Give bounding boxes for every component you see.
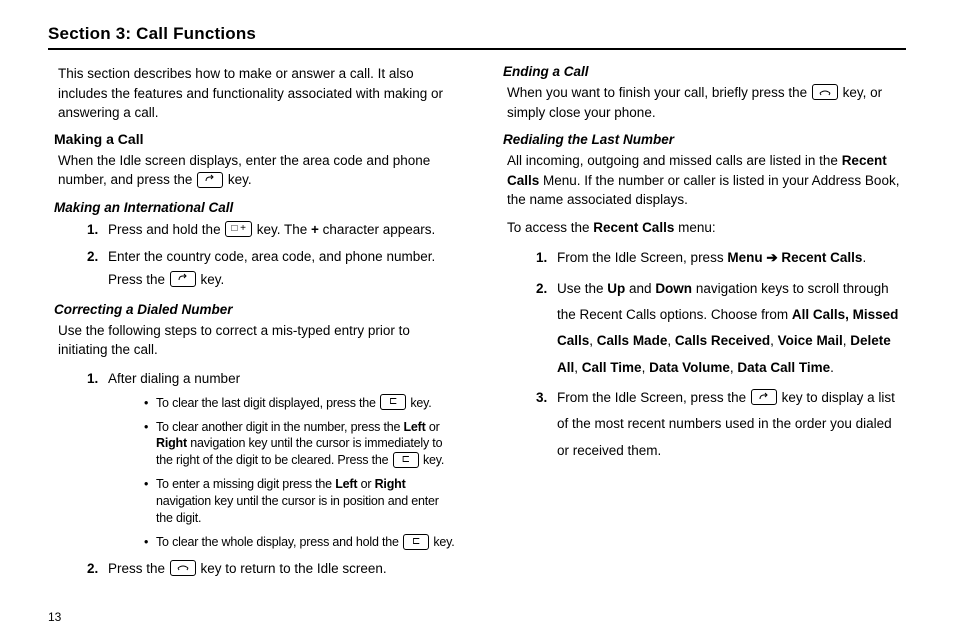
- text: ,: [770, 333, 778, 348]
- recent-calls-label: Recent Calls: [781, 250, 862, 265]
- left-label: Left: [404, 420, 426, 434]
- zero-plus-key-icon: □ +: [225, 221, 252, 237]
- text: or: [357, 477, 374, 491]
- send-key-icon: [197, 172, 223, 188]
- list-item: To clear another digit in the number, pr…: [144, 419, 457, 470]
- list-item: To clear the whole display, press and ho…: [144, 534, 457, 551]
- heading-intl: Making an International Call: [48, 200, 457, 215]
- down-label: Down: [655, 281, 692, 296]
- correcting-intro: Use the following steps to correct a mis…: [48, 321, 457, 360]
- opt: Calls Received: [675, 333, 770, 348]
- text: ,: [589, 333, 597, 348]
- text: Press and hold the: [108, 222, 224, 237]
- text: From the Idle Screen, press the: [557, 390, 750, 405]
- correcting-bullets: To clear the last digit displayed, press…: [108, 395, 457, 551]
- text: To clear another digit in the number, pr…: [156, 420, 404, 434]
- text: ,: [574, 360, 582, 375]
- clear-key-icon: ⊏: [380, 394, 406, 410]
- send-key-icon: [170, 271, 196, 287]
- up-label: Up: [607, 281, 625, 296]
- end-key-icon: [170, 560, 196, 576]
- clear-key-icon: ⊏: [403, 534, 429, 550]
- clear-key-icon: ⊏: [393, 452, 419, 468]
- arrow-icon: ➔: [763, 250, 782, 265]
- opt: Data Volume: [649, 360, 730, 375]
- list-item: Enter the country code, area code, and p…: [102, 246, 457, 292]
- list-item: From the Idle Screen, press Menu ➔ Recen…: [551, 245, 906, 271]
- list-item: To enter a missing digit press the Left …: [144, 476, 457, 527]
- text: key.: [407, 396, 431, 410]
- body-columns: This section describes how to make or an…: [48, 64, 906, 594]
- text: After dialing a number: [108, 371, 240, 386]
- redial-p1: All incoming, outgoing and missed calls …: [497, 151, 906, 210]
- text: key. The: [253, 222, 311, 237]
- right-label: Right: [375, 477, 406, 491]
- text: navigation key until the cursor is in po…: [156, 494, 439, 525]
- heading-redial: Redialing the Last Number: [497, 132, 906, 147]
- correcting-steps: After dialing a number To clear the last…: [48, 368, 457, 581]
- text: .: [862, 250, 866, 265]
- opt: Voice Mail: [778, 333, 843, 348]
- text: Use the: [557, 281, 607, 296]
- send-key-icon: [751, 389, 777, 405]
- list-item: After dialing a number To clear the last…: [102, 368, 457, 551]
- text: To clear the whole display, press and ho…: [156, 535, 402, 549]
- text: Press the: [108, 561, 169, 576]
- heading-making-a-call: Making a Call: [48, 131, 457, 147]
- list-item: Use the Up and Down navigation keys to s…: [551, 276, 906, 381]
- recent-calls-label: Recent Calls: [593, 220, 674, 235]
- list-item: Press the key to return to the Idle scre…: [102, 558, 457, 581]
- text: key.: [224, 172, 252, 187]
- list-item: To clear the last digit displayed, press…: [144, 395, 457, 412]
- opt: Call Time: [582, 360, 642, 375]
- left-label: Left: [335, 477, 357, 491]
- text: key.: [197, 272, 225, 287]
- text: or: [426, 420, 440, 434]
- opt: Calls Made: [597, 333, 668, 348]
- opt: Data Call Time: [737, 360, 830, 375]
- text: .: [830, 360, 834, 375]
- text: To access the: [507, 220, 593, 235]
- intro-paragraph: This section describes how to make or an…: [48, 64, 457, 123]
- text: key.: [430, 535, 454, 549]
- right-label: Right: [156, 436, 187, 450]
- end-key-icon: [812, 84, 838, 100]
- redial-steps: From the Idle Screen, press Menu ➔ Recen…: [497, 245, 906, 464]
- ending-text: When you want to finish your call, brief…: [497, 83, 906, 122]
- text: Menu. If the number or caller is listed …: [507, 173, 899, 208]
- text: When you want to finish your call, brief…: [507, 85, 811, 100]
- text: key to return to the Idle screen.: [197, 561, 387, 576]
- plus-char: +: [311, 222, 319, 237]
- text: ,: [667, 333, 675, 348]
- text: key.: [420, 453, 444, 467]
- redial-p2: To access the Recent Calls menu:: [497, 218, 906, 238]
- heading-correcting: Correcting a Dialed Number: [48, 302, 457, 317]
- intl-steps: Press and hold the □ + key. The + charac…: [48, 219, 457, 292]
- text: ,: [642, 360, 650, 375]
- page-number: 13: [48, 610, 61, 624]
- text: All incoming, outgoing and missed calls …: [507, 153, 842, 168]
- text: Enter the country code, area code, and p…: [108, 249, 435, 287]
- section-title: Section 3: Call Functions: [48, 24, 906, 50]
- text: and: [625, 281, 655, 296]
- text: To clear the last digit displayed, press…: [156, 396, 379, 410]
- list-item: Press and hold the □ + key. The + charac…: [102, 219, 457, 242]
- heading-ending: Ending a Call: [497, 64, 906, 79]
- text: menu:: [674, 220, 715, 235]
- making-a-call-text: When the Idle screen displays, enter the…: [48, 151, 457, 190]
- list-item: From the Idle Screen, press the key to d…: [551, 385, 906, 464]
- text: To enter a missing digit press the: [156, 477, 335, 491]
- menu-label: Menu: [727, 250, 762, 265]
- text: From the Idle Screen, press: [557, 250, 727, 265]
- text: character appears.: [319, 222, 435, 237]
